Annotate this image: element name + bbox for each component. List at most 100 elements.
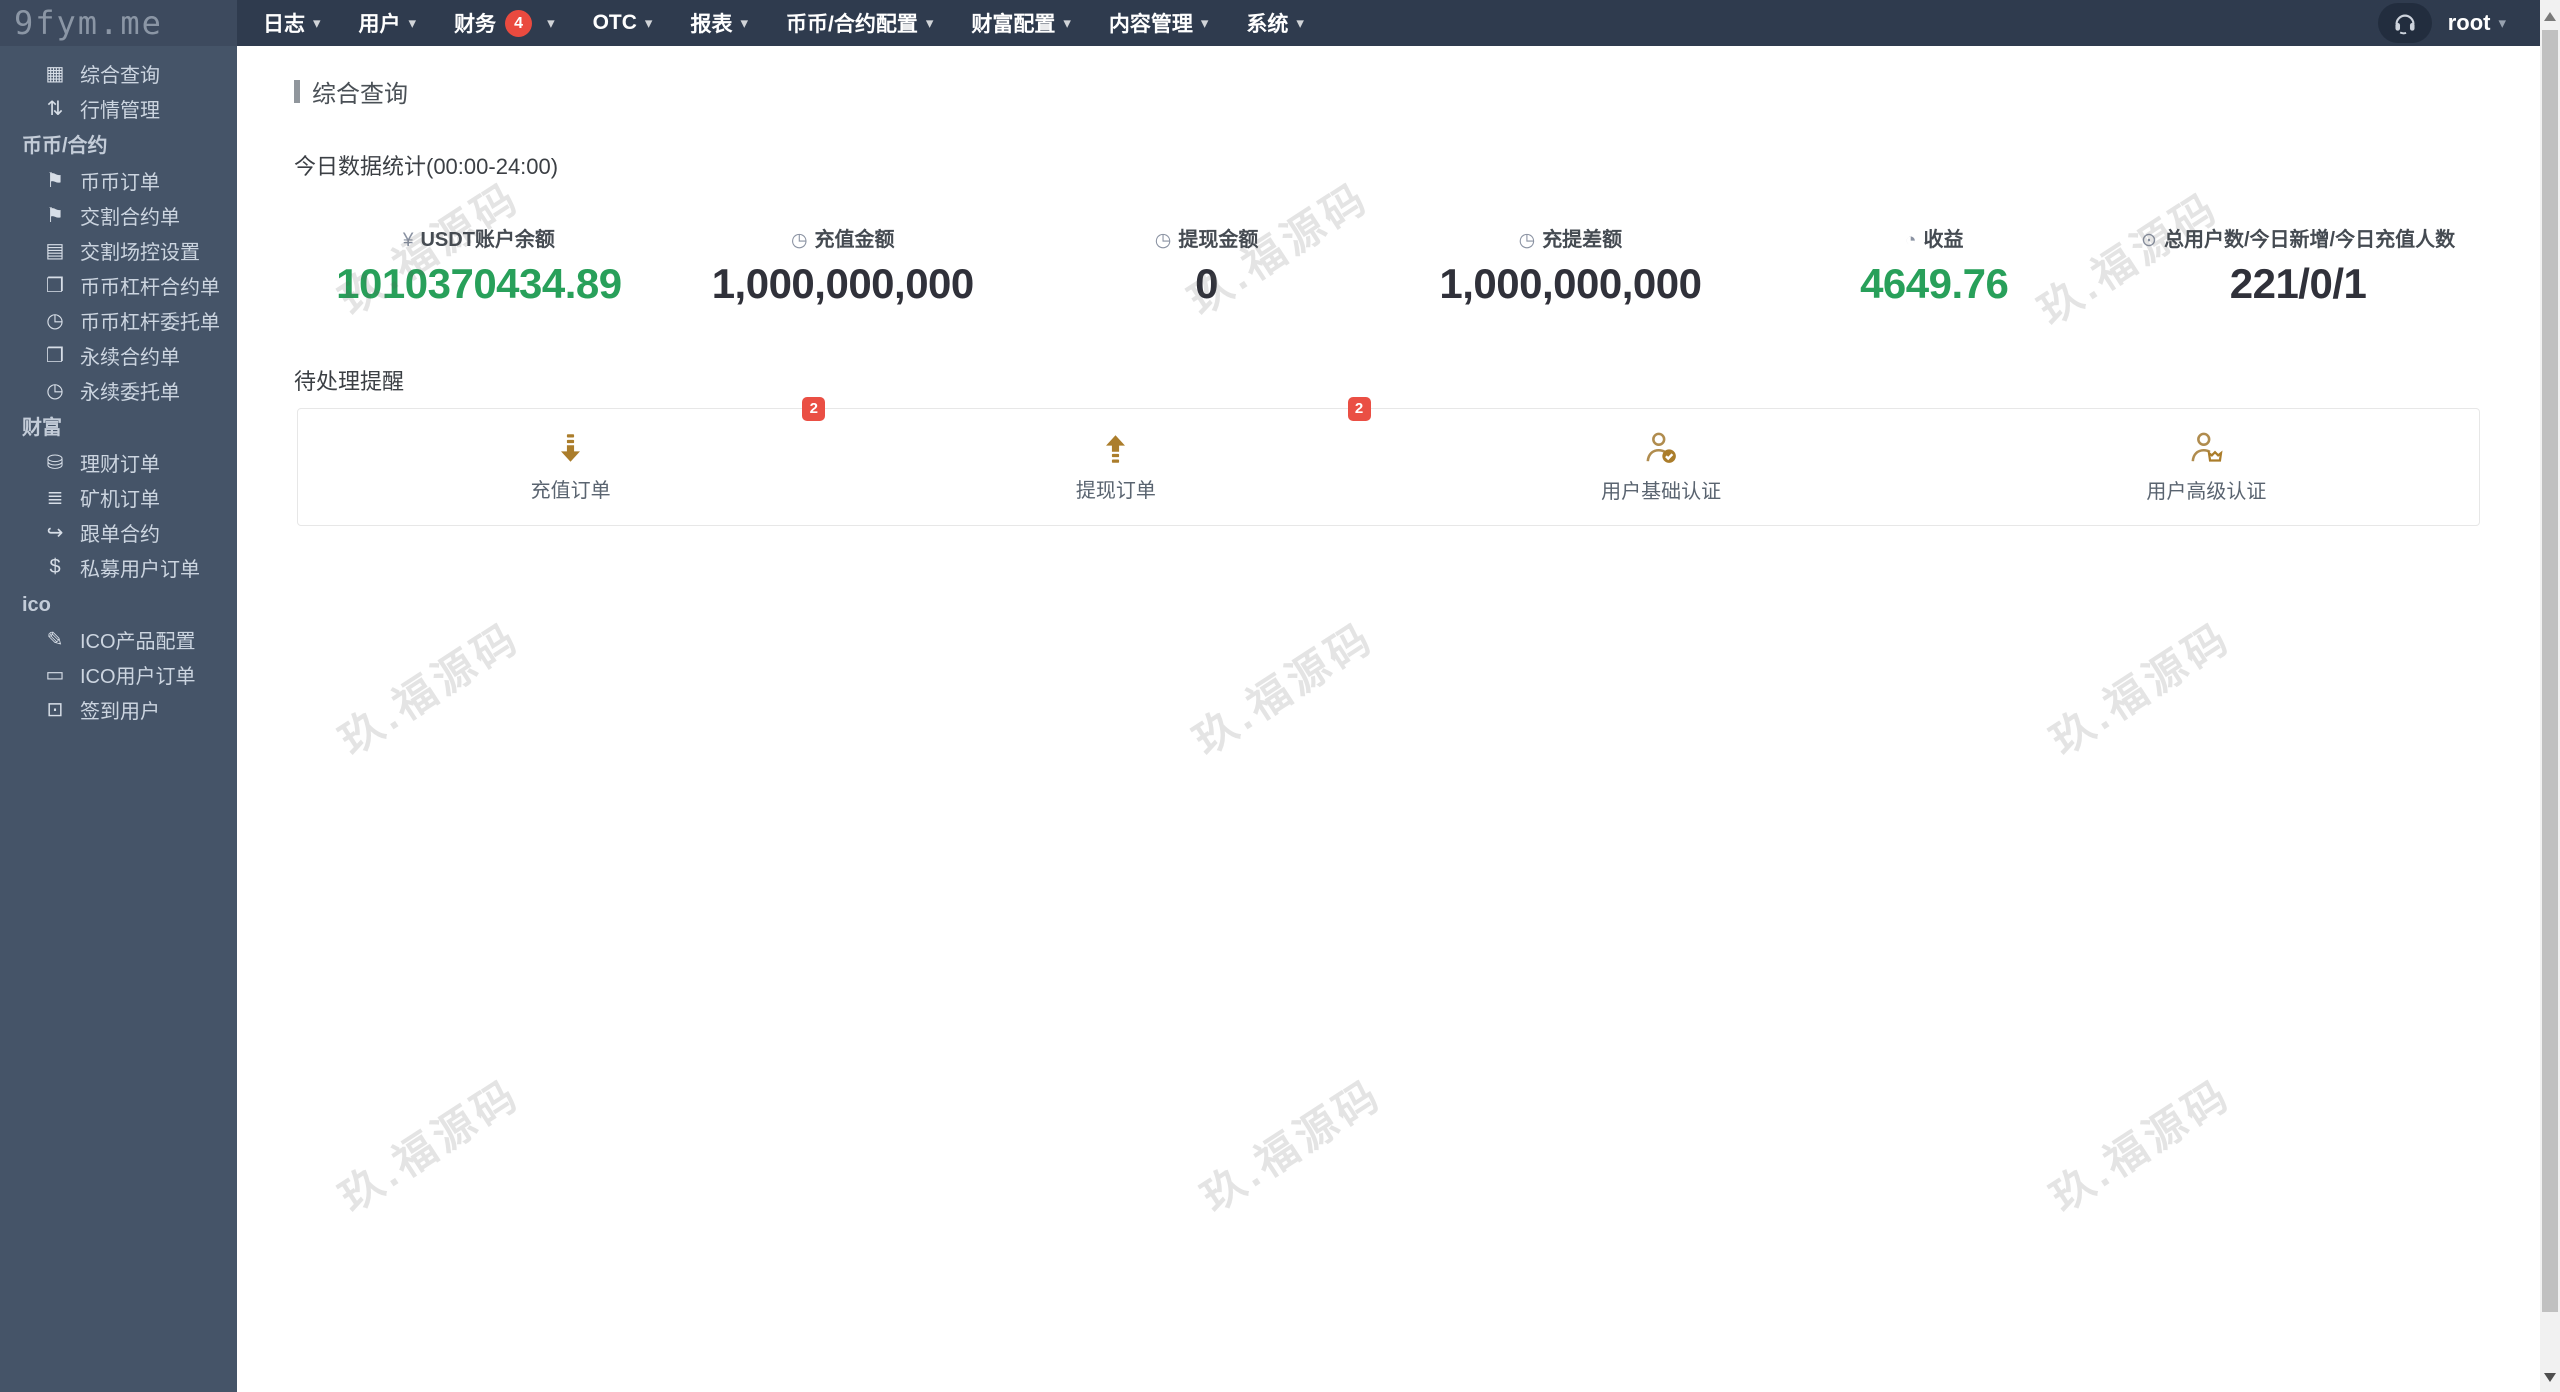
sidebar-item-delivery-contracts[interactable]: ⚑ 交割合约单 (0, 198, 237, 233)
chevron-down-icon: ▾ (2498, 15, 2506, 32)
pending-reminders-card: 2 充值订单 2 提现订单 用户基础认证 用户高级认证 (297, 397, 2480, 526)
watermark: 玖.福源码 (1185, 613, 1383, 764)
sidebar-item-perpetual-entrust[interactable]: ◷ 永续委托单 (0, 373, 237, 408)
sidebar-item-label: ICO产品配置 (80, 631, 196, 653)
stat-label: 提现金额 (1178, 229, 1259, 251)
nav-label: 内容管理 (1108, 13, 1193, 36)
topbar-right: root ▾ (2377, 3, 2540, 43)
withdraw-count-badge: 2 (1347, 397, 1371, 421)
sidebar-item-label: 签到用户 (80, 701, 160, 723)
file-clock-icon: ◷ (46, 380, 64, 402)
nav-label: OTC (592, 11, 637, 34)
user-advanced-verify-icon (2191, 432, 2223, 462)
sidebar-item-label: 币币订单 (80, 172, 160, 194)
sidebar-item-miner-orders[interactable]: ≣ 矿机订单 (0, 480, 237, 515)
chevron-down-icon: ▾ (644, 15, 653, 32)
nav-label: 报表 (690, 13, 733, 36)
vertical-scrollbar[interactable] (2540, 0, 2560, 1392)
sidebar-item-label: 交割合约单 (80, 207, 180, 229)
nav-item-contract-config[interactable]: 币币/合约配置 ▾ (786, 8, 933, 38)
stat-value: 1,000,000,000 (1439, 260, 1702, 307)
top-navbar: 日志 ▾ 用户 ▾ 财务 4 ▾ OTC ▾ 报表 ▾ 币币/合约配置 ▾ 财富… (237, 0, 2540, 46)
chevron-down-icon: ▾ (408, 15, 417, 32)
copy-icon: ❐ (46, 345, 64, 367)
user-dropdown[interactable]: root ▾ (2448, 10, 2506, 36)
sidebar-item-market-mgmt[interactable]: ⇅ 行情管理 (0, 91, 237, 126)
logo-box: 9fym.me (0, 0, 237, 46)
watermark: 玖.福源码 (2042, 613, 2240, 764)
clipboard-icon: ▤ (45, 240, 65, 262)
sidebar-item-wealth-orders[interactable]: ⛁ 理财订单 (0, 445, 237, 480)
nav-label: 财富配置 (971, 13, 1056, 36)
sidebar-item-label: 行情管理 (80, 100, 160, 122)
file-edit-icon: ✎ (46, 629, 64, 651)
sidebar-item-ico-orders[interactable]: ▭ ICO用户订单 (0, 657, 237, 692)
finance-count-badge: 4 (505, 9, 533, 37)
sidebar-item-overview[interactable]: ▦ 综合查询 (0, 56, 237, 91)
sidebar-item-margin-entrust[interactable]: ◷ 币币杠杆委托单 (0, 303, 237, 338)
sort-icon: ⇅ (46, 98, 64, 120)
stat-deposit-withdraw-diff: ◷ 充提差额 1,000,000,000 (1388, 225, 1752, 308)
nav-item-reports[interactable]: 报表 ▾ (690, 8, 748, 38)
support-button[interactable] (2377, 3, 2432, 43)
stat-deposit-amount: ◷ 充值金额 1,000,000,000 (661, 225, 1025, 308)
file-clock-icon: ◷ (1518, 230, 1536, 251)
sidebar-item-perpetual-contracts[interactable]: ❐ 永续合约单 (0, 338, 237, 373)
dollar-icon: $ (49, 556, 61, 578)
withdraw-arrow-icon (1106, 434, 1126, 463)
sidebar-section-spot-contract: 币币/合约 (22, 135, 108, 157)
pending-item-label: 用户基础认证 (1601, 481, 1722, 503)
scroll-down-arrow-icon[interactable] (2544, 1373, 2556, 1382)
sidebar-item-label: 理财订单 (80, 454, 160, 476)
grid-icon: ▦ (45, 63, 65, 85)
watermark: 玖.福源码 (1193, 1070, 1391, 1221)
chevron-down-icon: ▾ (1063, 15, 1071, 32)
sidebar-item-label: 永续委托单 (80, 382, 180, 404)
sidebar-item-label: 综合查询 (80, 65, 160, 87)
page-title-text: 综合查询 (312, 81, 408, 108)
sidebar-item-signin-users[interactable]: ⊡ 签到用户 (0, 692, 237, 727)
nav-item-system[interactable]: 系统 ▾ (1246, 8, 1304, 38)
sidebar-item-private-orders[interactable]: $ 私募用户订单 (0, 550, 237, 585)
sidebar-item-label: 矿机订单 (80, 489, 160, 511)
sidebar-item-ico-products[interactable]: ✎ ICO产品配置 (0, 622, 237, 657)
sidebar-item-label: 币币杠杆合约单 (80, 277, 220, 299)
stat-value: 1010370434.89 (336, 260, 622, 307)
stat-label: 充提差额 (1542, 229, 1623, 251)
pending-reminders-heading: 待处理提醒 (294, 369, 405, 394)
nav-item-users[interactable]: 用户 ▾ (359, 8, 417, 38)
nav-item-finance[interactable]: 财务 4 ▾ (454, 8, 555, 38)
sidebar-item-copy-trading[interactable]: ↪ 跟单合约 (0, 515, 237, 550)
pending-item-user-advanced-verify[interactable]: 用户高级认证 (1934, 409, 2479, 525)
scrollbar-thumb[interactable] (2542, 30, 2558, 1312)
pending-item-deposit-orders[interactable]: 2 充值订单 (298, 397, 843, 525)
file-clock-icon: ◷ (1154, 230, 1172, 251)
stat-label: 总用户数/今日新增/今日充值人数 (2163, 229, 2456, 251)
nav-item-wealth-config[interactable]: 财富配置 ▾ (971, 8, 1071, 38)
stat-value: 1,000,000,000 (711, 260, 975, 307)
pending-item-label: 用户高级认证 (2146, 481, 2267, 503)
nav-item-otc[interactable]: OTC ▾ (593, 11, 653, 35)
app-logo[interactable]: 9fym.me (14, 4, 163, 42)
yuan-icon: ¥ (402, 230, 414, 251)
deposit-count-badge: 2 (802, 397, 826, 421)
stat-value: 0 (1195, 260, 1218, 307)
sidebar: ▦ 综合查询 ⇅ 行情管理 币币/合约 ⚑ 币币订单 ⚑ 交割合约单 ▤ 交割场… (0, 46, 237, 1392)
pending-item-user-basic-verify[interactable]: 用户基础认证 (1389, 409, 1934, 525)
sidebar-item-delivery-control[interactable]: ▤ 交割场控设置 (0, 233, 237, 268)
signin-icon: ⊡ (46, 699, 64, 721)
watermark: 玖.福源码 (331, 613, 529, 764)
pending-item-withdraw-orders[interactable]: 2 提现订单 (843, 397, 1388, 525)
page-title: 综合查询 (294, 74, 2540, 109)
chevron-down-icon: ▾ (1200, 15, 1209, 32)
nav-label: 系统 (1246, 13, 1289, 36)
file-clock-icon: ◷ (46, 310, 64, 332)
pending-item-label: 充值订单 (530, 479, 611, 502)
nav-item-content-mgmt[interactable]: 内容管理 ▾ (1109, 8, 1209, 38)
sidebar-item-spot-orders[interactable]: ⚑ 币币订单 (0, 163, 237, 198)
stat-usdt-balance: ¥ USDT账户余额 1010370434.89 (297, 225, 661, 308)
sidebar-item-margin-contracts[interactable]: ❐ 币币杠杆合约单 (0, 268, 237, 303)
bookmark-icon: ⚑ (46, 170, 64, 192)
nav-item-logs[interactable]: 日志 ▾ (263, 8, 321, 38)
scroll-up-arrow-icon[interactable] (2544, 12, 2556, 21)
